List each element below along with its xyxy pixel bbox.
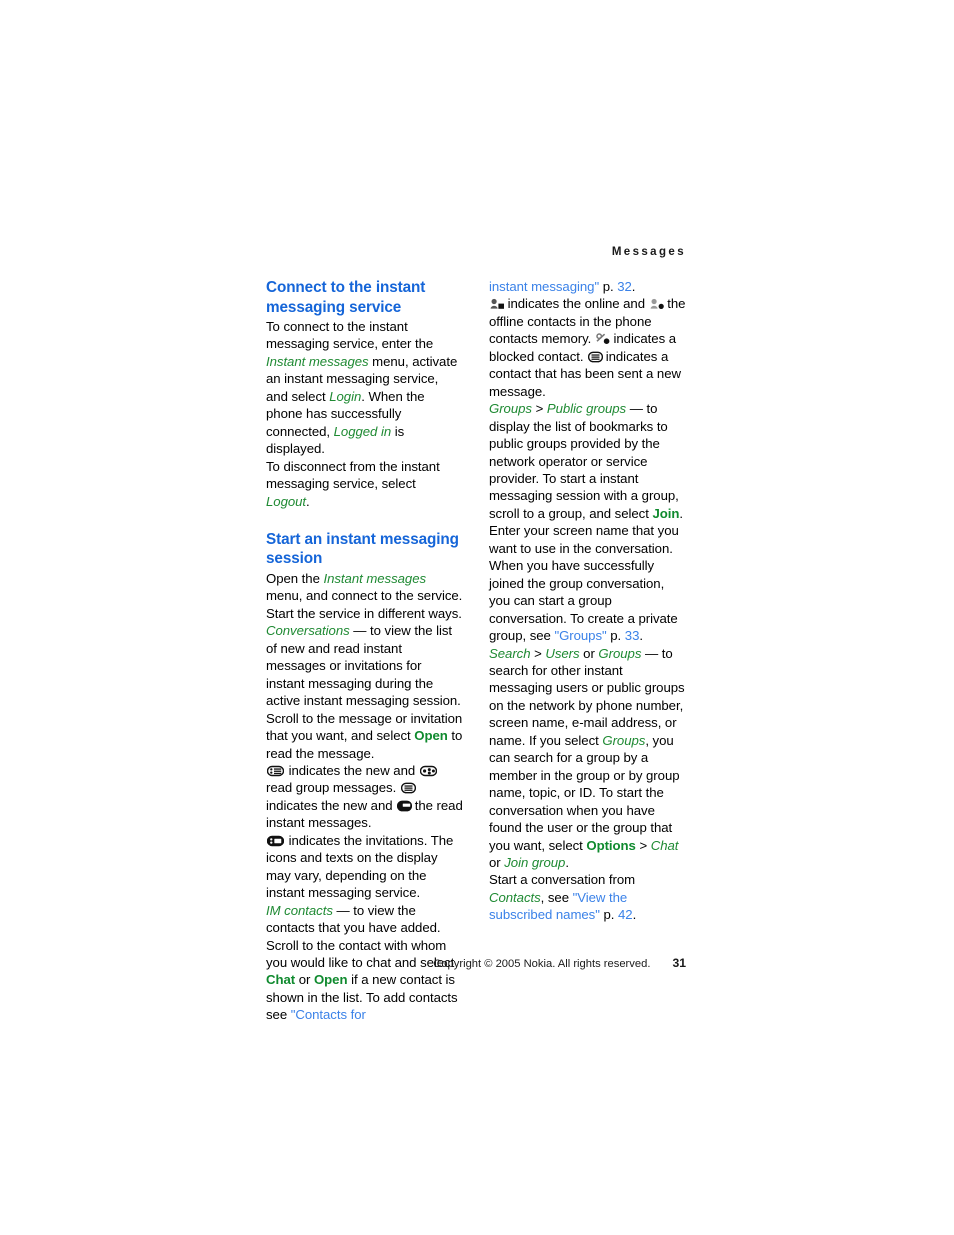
text-run: indicates the online and xyxy=(504,296,649,312)
read-instant-message-icon xyxy=(397,800,413,812)
read-group-message-icon xyxy=(419,765,437,777)
new-group-message-icon xyxy=(267,765,284,777)
paragraph-connect-steps: To connect to the instant messaging serv… xyxy=(266,318,463,458)
text-run: . xyxy=(565,854,569,870)
text-run: p. xyxy=(606,628,625,644)
menu-option-users: Users xyxy=(545,645,580,661)
text-run: To disconnect from the instant messaging… xyxy=(266,458,440,492)
cross-reference-link-instant-messaging[interactable]: instant messaging" xyxy=(489,279,599,294)
sent-new-message-icon xyxy=(588,351,604,363)
invitation-icon xyxy=(267,835,284,847)
menu-option-groups: Groups xyxy=(489,401,532,417)
cross-reference-link-groups[interactable]: "Groups" xyxy=(554,628,606,643)
paragraph-disconnect: To disconnect from the instant messaging… xyxy=(266,458,463,510)
text-run: — to view the list of new and read insta… xyxy=(266,623,463,744)
text-run: Start a conversation from xyxy=(489,872,636,888)
body-columns: Connect to the instant messaging service… xyxy=(266,278,686,1022)
heading-connect-to-instant-messaging-service: Connect to the instant messaging service xyxy=(266,279,426,316)
page-footer: Copyright © 2005 Nokia. All rights reser… xyxy=(0,956,686,970)
text-run: > xyxy=(635,837,651,853)
blocked-contact-icon xyxy=(596,333,610,345)
menu-option-conversations: Conversations xyxy=(266,623,350,639)
text-run: > xyxy=(530,645,546,661)
text-run: or xyxy=(489,854,505,870)
copyright-notice: Copyright © 2005 Nokia. All rights reser… xyxy=(433,958,651,970)
online-contact-icon xyxy=(490,298,504,310)
text-run: To connect to the instant messaging serv… xyxy=(266,319,434,352)
menu-option-search: Search xyxy=(489,645,531,661)
text-run: indicates the invitations. The icons and… xyxy=(266,832,454,901)
text-run: read group messages. xyxy=(266,780,400,796)
text-run: or xyxy=(295,972,314,988)
text-run: indicates the new and xyxy=(285,762,419,778)
menu-option-groups: Groups xyxy=(598,645,642,661)
menu-name-instant-messages: Instant messages xyxy=(266,353,369,369)
page-reference-33[interactable]: 33 xyxy=(625,628,640,643)
manual-page: Messages Connect to the instant messagin… xyxy=(0,0,954,1235)
paragraph-invitations-icon: indicates the invitations. The icons and… xyxy=(266,832,463,902)
text-run: , see xyxy=(540,889,573,905)
text-run: > xyxy=(531,401,547,417)
offline-contact-icon xyxy=(650,298,664,310)
new-instant-message-icon xyxy=(400,782,416,794)
text-run: . Enter your screen name that you want t… xyxy=(489,505,683,644)
menu-name-contacts: Contacts xyxy=(489,889,541,905)
vertical-spacer xyxy=(266,510,463,530)
text-run: p. xyxy=(599,279,618,294)
text-run: — to display the list of bookmarks to pu… xyxy=(489,401,679,521)
paragraph-group-message-icons: indicates the new and read group message… xyxy=(266,762,463,832)
menu-name-instant-messages: Instant messages xyxy=(323,570,427,586)
running-header: Messages xyxy=(611,246,686,258)
page-reference-42[interactable]: 42 xyxy=(618,907,633,922)
menu-option-login: Login xyxy=(329,388,362,404)
paragraph-start-conversation-from-contacts: Start a conversation from Contacts, see … xyxy=(489,871,686,923)
page-number: 31 xyxy=(672,956,686,970)
text-run: p. xyxy=(599,907,618,923)
heading-start-instant-messaging-session: Start an instant messaging session xyxy=(266,530,459,568)
menu-option-groups: Groups xyxy=(602,732,646,748)
cross-reference-link-contacts-for[interactable]: "Contacts for xyxy=(291,1007,366,1022)
menu-option-chat: Chat xyxy=(650,837,679,853)
text-run: indicates the new and xyxy=(266,797,397,813)
softkey-chat: Chat xyxy=(266,972,296,988)
menu-option-logout: Logout xyxy=(266,493,307,509)
status-logged-in: Logged in xyxy=(333,423,392,439)
paragraph-groups-public-groups: Groups > Public groups — to display the … xyxy=(489,400,686,644)
paragraph-search-users-groups: Search > Users or Groups — to search for… xyxy=(489,645,686,872)
menu-option-im-contacts: IM contacts xyxy=(266,902,333,918)
text-run: . xyxy=(631,279,636,294)
paragraph-crossref-continued: instant messaging" p. 32. xyxy=(489,278,686,295)
text-run: , you can search for a group by a member… xyxy=(489,732,680,853)
paragraph-conversations: Conversations — to view the list of new … xyxy=(266,622,463,762)
softkey-open: Open xyxy=(414,728,448,744)
text-run: Open the xyxy=(266,570,324,586)
softkey-options: Options xyxy=(586,837,636,853)
menu-option-join-group: Join group xyxy=(504,854,566,870)
paragraph-open-instant-messages: Open the Instant messages menu, and conn… xyxy=(266,570,463,622)
text-run: . xyxy=(632,907,637,923)
text-run: menu, and connect to the service. Start … xyxy=(266,588,463,621)
text-run: . xyxy=(306,493,310,509)
softkey-open: Open xyxy=(313,972,348,988)
text-run: or xyxy=(579,645,599,661)
paragraph-contact-status-icons: indicates the online and the offline con… xyxy=(489,295,686,400)
left-column: Connect to the instant messaging service… xyxy=(266,278,463,1024)
text-run: . xyxy=(639,628,643,644)
right-column: instant messaging" p. 32. indicates the … xyxy=(489,278,686,924)
page-reference-32[interactable]: 32 xyxy=(617,279,632,294)
softkey-join: Join xyxy=(652,505,680,521)
menu-option-public-groups: Public groups xyxy=(546,401,627,417)
